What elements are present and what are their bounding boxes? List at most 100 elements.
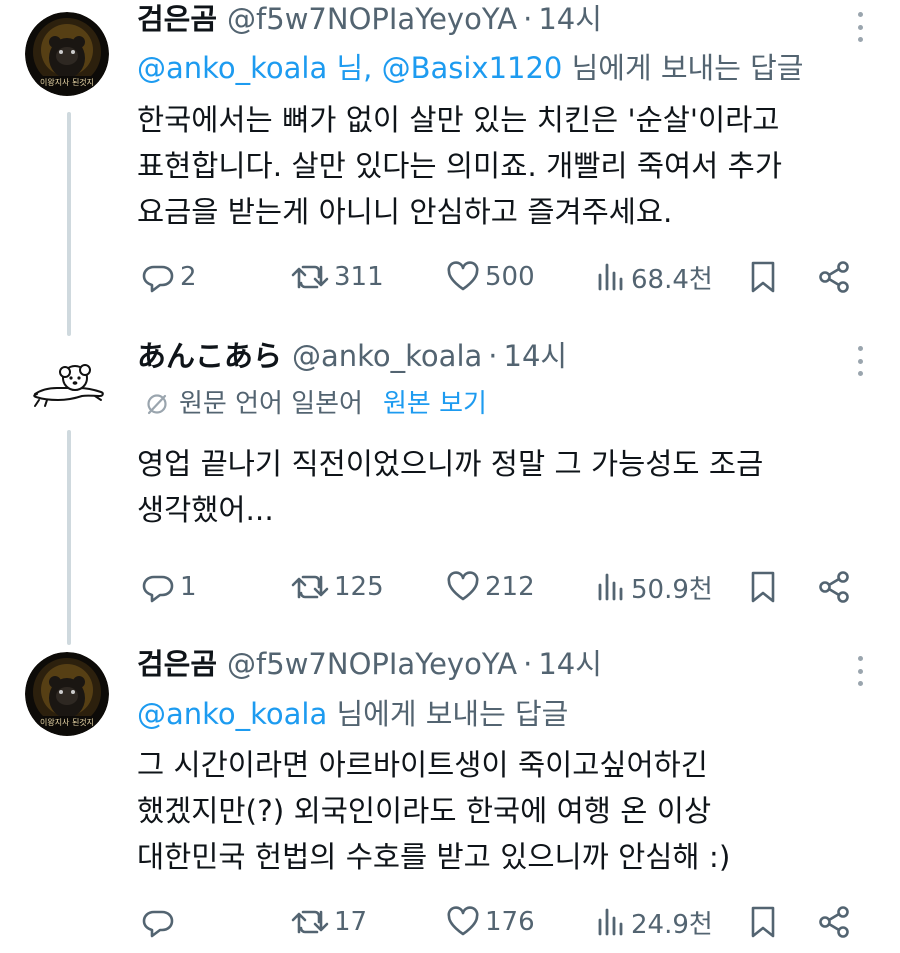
separator-dot: · xyxy=(523,647,533,681)
heart-icon xyxy=(447,906,479,936)
tweet-header: 검은곰 @f5w7NOPIaYeyoYA · 14시 xyxy=(137,644,602,684)
retweet-icon xyxy=(291,910,329,934)
reply-button[interactable] xyxy=(140,902,180,942)
like-button[interactable]: 500 xyxy=(445,257,535,297)
view-count: 68.4천 xyxy=(631,264,713,295)
tweet-header: あんこあら @anko_koala · 14시 xyxy=(137,336,567,376)
tweet-text-line: 표현합니다. 살만 있다는 의미죠. 개빨리 죽여서 추가 xyxy=(137,149,782,183)
more-icon[interactable] xyxy=(858,656,866,686)
reply-icon xyxy=(142,910,174,938)
reply-button[interactable]: 1 xyxy=(140,567,197,607)
avatar[interactable] xyxy=(25,342,109,426)
avatar[interactable]: 이왕지사 된것지 xyxy=(25,12,109,96)
share-button[interactable] xyxy=(816,257,852,297)
show-original-link[interactable]: 원본 보기 xyxy=(383,384,487,424)
translate-icon xyxy=(147,394,167,415)
separator-dot: · xyxy=(488,339,498,373)
tweet[interactable]: 이왕지사 된것지 검은곰 @f5w7NOPIaYeyoYA · 14시 @ank… xyxy=(0,640,900,953)
like-button[interactable]: 212 xyxy=(445,567,535,607)
share-icon xyxy=(819,571,849,603)
bookmark-button[interactable] xyxy=(747,902,779,942)
tweet-text-line: 생각했어... xyxy=(137,493,274,527)
retweet-button[interactable]: 17 xyxy=(290,902,367,942)
retweet-count: 125 xyxy=(334,572,384,602)
share-icon xyxy=(819,906,849,938)
tweet-text: 영업 끝나기 직전이었으니까 정말 그 가능성도 조금 생각했어... xyxy=(137,441,867,533)
views-button[interactable]: 68.4천 xyxy=(595,257,713,297)
action-bar: 1 125 212 50.9천 xyxy=(140,567,860,607)
timestamp[interactable]: 14시 xyxy=(504,336,568,376)
reply-icon xyxy=(142,265,174,293)
tweet-text-line: 그 시간이라면 아르바이트생이 죽이고싶어하긴 xyxy=(137,748,708,782)
like-count: 176 xyxy=(485,907,535,937)
share-button[interactable] xyxy=(816,567,852,607)
tweet-text: 한국에서는 뼈가 없이 살만 있는 치킨은 '순살'이라고 표현합니다. 살만 … xyxy=(137,97,867,235)
like-count: 212 xyxy=(485,572,535,602)
reply-icon xyxy=(142,575,174,603)
tweet-text-line: 영업 끝나기 직전이었으니까 정말 그 가능성도 조금 xyxy=(137,447,764,481)
view-count: 24.9천 xyxy=(631,909,713,940)
reply-mentions[interactable]: @anko_koala 님, @Basix1120 xyxy=(137,51,562,85)
separator-dot: · xyxy=(523,2,533,36)
reply-count: 2 xyxy=(180,262,197,292)
replying-to: @anko_koala 님에게 보내는 답글 xyxy=(137,694,568,734)
display-name[interactable]: 검은곰 xyxy=(137,644,217,684)
reply-button[interactable]: 2 xyxy=(140,257,197,297)
like-count: 500 xyxy=(485,262,535,292)
bookmark-button[interactable] xyxy=(747,257,779,297)
share-button[interactable] xyxy=(816,902,852,942)
reply-mentions[interactable]: @anko_koala xyxy=(137,697,327,731)
original-language-label: 원문 언어 일본어 xyxy=(179,389,363,419)
more-icon[interactable] xyxy=(858,12,866,42)
tweet-text: 그 시간이라면 아르바이트생이 죽이고싶어하긴 했겠지만(?) 외국인이라도 한… xyxy=(137,742,867,880)
black-bear-avatar-image: 이왕지사 된것지 xyxy=(25,12,109,96)
tweet-text-line: 한국에서는 뼈가 없이 살만 있는 치킨은 '순살'이라고 xyxy=(137,103,780,137)
view-count: 50.9천 xyxy=(631,574,713,605)
tweet[interactable]: あんこあら @anko_koala · 14시 원문 언어 일본어 원본 보기 … xyxy=(0,330,900,640)
bookmark-icon xyxy=(751,261,775,293)
bookmark-button[interactable] xyxy=(747,567,779,607)
black-bear-avatar-image: 이왕지사 된것지 xyxy=(25,652,109,736)
tweet-text-line: 요금을 받는게 아니니 안심하고 즐겨주세요. xyxy=(137,195,673,229)
tweet-text-line: 대한민국 헌법의 수호를 받고 있으니까 안심해 :) xyxy=(137,840,731,874)
user-handle[interactable]: @f5w7NOPIaYeyoYA xyxy=(227,644,517,684)
action-bar: 2 311 500 68.4천 xyxy=(140,257,860,297)
display-name[interactable]: あんこあら xyxy=(137,336,282,376)
retweet-button[interactable]: 311 xyxy=(290,257,384,297)
share-icon xyxy=(819,261,849,293)
views-icon xyxy=(598,263,623,291)
like-button[interactable]: 176 xyxy=(445,902,535,942)
views-button[interactable]: 24.9천 xyxy=(595,902,713,942)
retweet-button[interactable]: 125 xyxy=(290,567,384,607)
retweet-icon xyxy=(291,575,329,599)
more-icon[interactable] xyxy=(858,346,866,376)
reply-suffix: 님에게 보내는 답글 xyxy=(327,697,569,731)
tweet-header: 검은곰 @f5w7NOPIaYeyoYA · 14시 xyxy=(137,0,602,39)
action-bar: 17 176 24.9천 xyxy=(140,902,860,942)
user-handle[interactable]: @anko_koala xyxy=(292,336,482,376)
timestamp[interactable]: 14시 xyxy=(538,0,602,39)
koala-avatar-image xyxy=(25,342,109,426)
views-icon xyxy=(598,573,623,601)
reply-suffix: 님에게 보내는 답글 xyxy=(562,51,804,85)
display-name[interactable]: 검은곰 xyxy=(137,0,217,39)
bookmark-icon xyxy=(751,571,775,603)
replying-to: @anko_koala 님, @Basix1120 님에게 보내는 답글 xyxy=(137,48,804,88)
avatar-caption: 이왕지사 된것지 xyxy=(40,717,94,727)
retweet-count: 311 xyxy=(334,262,384,292)
heart-icon xyxy=(447,261,479,291)
views-icon xyxy=(598,908,623,936)
translation-notice: 원문 언어 일본어 원본 보기 xyxy=(145,384,487,424)
avatar-caption: 이왕지사 된것지 xyxy=(40,77,94,87)
bookmark-icon xyxy=(751,906,775,938)
timestamp[interactable]: 14시 xyxy=(538,644,602,684)
retweet-icon xyxy=(291,265,329,289)
reply-count: 1 xyxy=(180,572,197,602)
tweet[interactable]: 이왕지사 된것지 검은곰 @f5w7NOPIaYeyoYA · 14시 @ank… xyxy=(0,0,900,330)
retweet-count: 17 xyxy=(334,907,368,937)
avatar[interactable]: 이왕지사 된것지 xyxy=(25,652,109,736)
tweet-text-line: 했겠지만(?) 외국인이라도 한국에 여행 온 이상 xyxy=(137,794,712,828)
user-handle[interactable]: @f5w7NOPIaYeyoYA xyxy=(227,0,517,39)
views-button[interactable]: 50.9천 xyxy=(595,567,713,607)
heart-icon xyxy=(447,571,479,601)
